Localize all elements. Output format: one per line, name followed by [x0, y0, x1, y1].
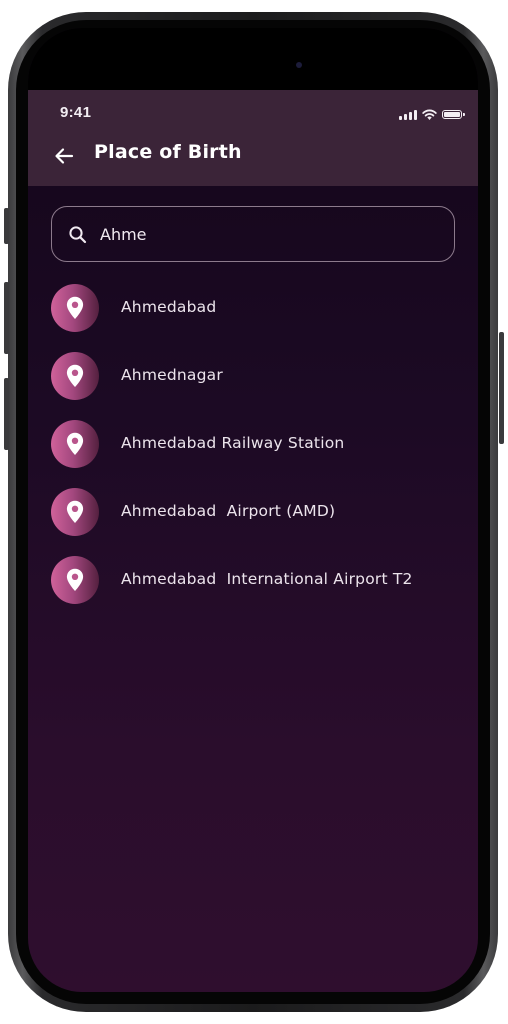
action-button [4, 208, 9, 244]
location-pin-icon [66, 568, 84, 591]
wifi-icon [422, 109, 437, 120]
list-item[interactable]: Ahmedabad Railway Station [28, 414, 478, 478]
camera-lens [296, 62, 302, 68]
location-pin-icon [66, 432, 84, 455]
result-label: Ahmedabad Railway Station [121, 434, 345, 452]
list-item[interactable]: Ahmedabad International Airport T2 [28, 550, 478, 614]
pin-badge [51, 488, 99, 536]
search-field[interactable] [51, 206, 455, 262]
result-label: Ahmednagar [121, 366, 223, 384]
volume-down-button [4, 378, 9, 450]
status-icons [399, 106, 465, 120]
search-input[interactable] [100, 217, 440, 251]
list-item[interactable]: Ahmedabad Airport (AMD) [28, 482, 478, 546]
app-screen: 9:41 Place of Birth Ahme Ahmedabad Ahmed… [28, 28, 478, 992]
status-time: 9:41 [60, 104, 92, 121]
result-label: Ahmedabad [121, 298, 217, 316]
arrow-left-icon [55, 148, 74, 164]
back-button[interactable] [50, 142, 78, 170]
dynamic-island [182, 46, 322, 86]
page-title: Place of Birth [94, 141, 242, 163]
cellular-signal-icon [399, 109, 417, 120]
search-icon [69, 226, 87, 244]
pin-badge [51, 284, 99, 332]
location-pin-icon [66, 500, 84, 523]
location-pin-icon [66, 296, 84, 319]
list-item[interactable]: Ahmedabad [28, 278, 478, 342]
pin-badge [51, 420, 99, 468]
battery-icon [442, 110, 465, 119]
result-label: Ahmedabad International Airport T2 [121, 570, 413, 588]
header-panel [28, 90, 478, 186]
volume-up-button [4, 282, 9, 354]
power-button [499, 332, 504, 444]
result-label: Ahmedabad Airport (AMD) [121, 502, 336, 520]
pin-badge [51, 352, 99, 400]
location-pin-icon [66, 364, 84, 387]
pin-badge [51, 556, 99, 604]
list-item[interactable]: Ahmednagar [28, 346, 478, 410]
